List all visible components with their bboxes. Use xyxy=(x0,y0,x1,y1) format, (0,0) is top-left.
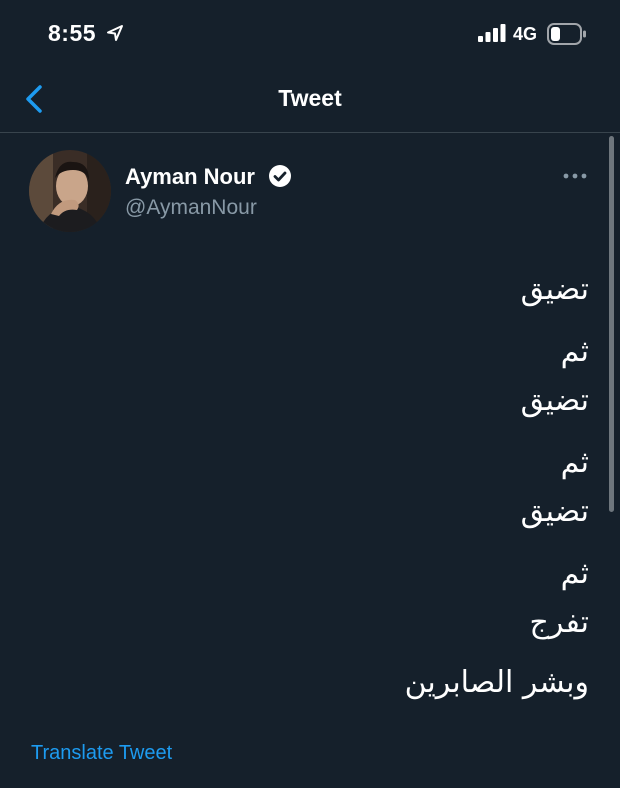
page-title: Tweet xyxy=(278,85,342,111)
scrollbar[interactable] xyxy=(609,136,614,512)
translate-tweet-link[interactable]: Translate Tweet xyxy=(31,742,172,765)
author-handle[interactable]: @AymanNour xyxy=(125,196,257,220)
tweet-line: تضيق xyxy=(520,494,589,529)
tweet-line: تضيق xyxy=(520,383,589,418)
tweet-line: تضيق xyxy=(520,272,589,307)
network-label: 4G xyxy=(513,24,538,44)
status-bar: 8:55 4G xyxy=(0,0,620,66)
battery-icon xyxy=(547,23,586,45)
avatar[interactable] xyxy=(29,150,111,232)
tweet-line: ثم xyxy=(560,334,589,369)
author-name[interactable]: Ayman Nour xyxy=(125,164,255,190)
location-arrow-icon xyxy=(107,25,123,41)
more-options-button[interactable] xyxy=(562,170,588,182)
signal-bars-icon xyxy=(478,24,506,42)
tweet-line: ثم xyxy=(560,445,589,480)
tweet-line: وبشر الصابرين xyxy=(404,665,589,700)
verified-badge-icon xyxy=(269,165,291,187)
tweet-line: ثم xyxy=(560,556,589,591)
more-dots-icon xyxy=(563,173,587,179)
status-time: 8:55 xyxy=(48,20,97,46)
tweet-line: تفرج xyxy=(529,605,589,640)
nav-bar: Tweet xyxy=(0,66,620,133)
